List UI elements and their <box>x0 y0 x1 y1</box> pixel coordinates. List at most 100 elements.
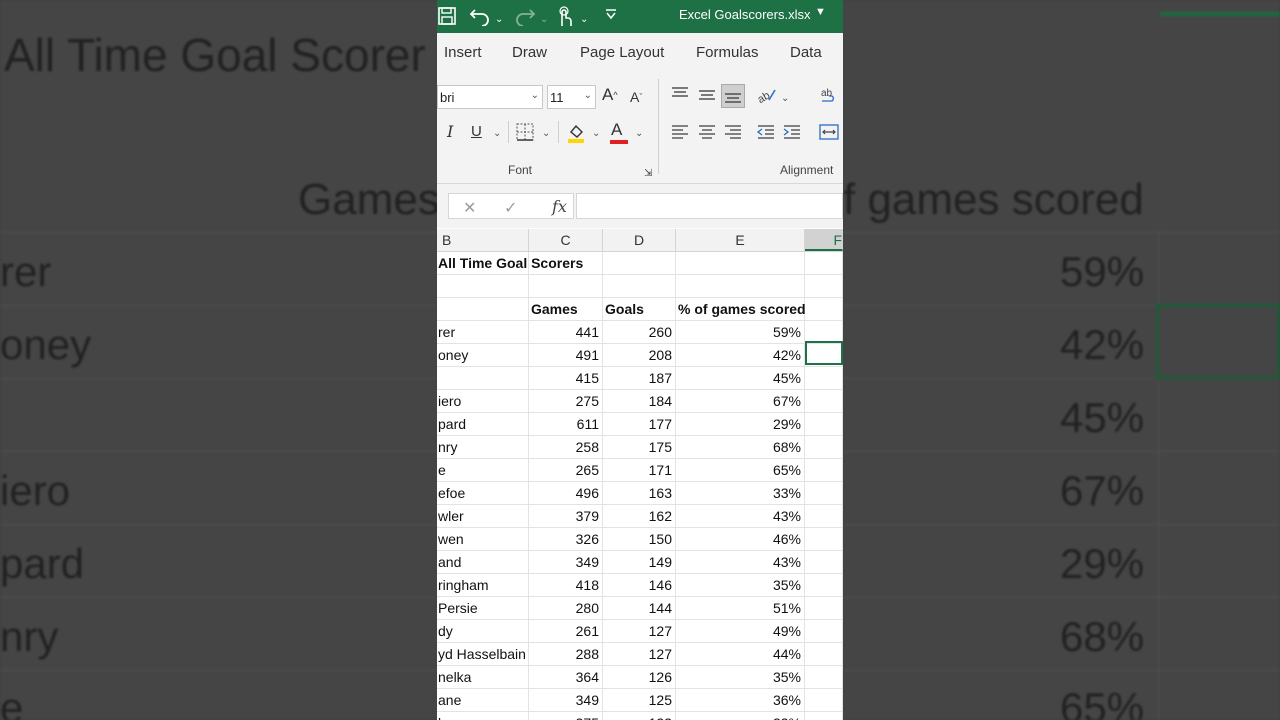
cancel-icon[interactable]: ✕ <box>463 198 476 218</box>
player-name-cell[interactable]: yd Hasselbain <box>437 643 529 665</box>
pct-cell[interactable]: 65% <box>676 459 805 481</box>
pct-cell[interactable]: 43% <box>676 505 805 527</box>
cell[interactable] <box>805 643 843 665</box>
active-cell-selection[interactable] <box>805 341 843 365</box>
formula-input[interactable] <box>576 193 843 219</box>
customize-icon[interactable] <box>605 7 617 27</box>
pct-cell[interactable]: 36% <box>676 689 805 711</box>
pct-cell[interactable]: 59% <box>676 321 805 343</box>
player-name-cell[interactable]: dy <box>437 620 529 642</box>
undo-icon[interactable] <box>469 6 491 31</box>
cell[interactable] <box>603 252 676 274</box>
games-cell[interactable]: 349 <box>529 551 603 573</box>
goals-cell[interactable]: 175 <box>603 436 676 458</box>
redo-dropdown-icon[interactable]: ⌄ <box>540 10 548 30</box>
align-middle-icon[interactable] <box>698 88 716 109</box>
cell[interactable] <box>603 275 676 297</box>
player-name-cell[interactable]: oney <box>437 344 529 366</box>
games-cell[interactable]: 364 <box>529 666 603 688</box>
cell[interactable] <box>805 712 843 720</box>
games-cell[interactable]: 349 <box>529 689 603 711</box>
header-goals[interactable]: Goals <box>603 298 676 320</box>
games-cell[interactable]: 261 <box>529 620 603 642</box>
grow-font-icon[interactable]: A^ <box>602 86 618 104</box>
goals-cell[interactable]: 177 <box>603 413 676 435</box>
file-name[interactable]: Excel Goalscorers.xlsx <box>679 7 810 22</box>
cell[interactable] <box>805 298 843 320</box>
undo-dropdown-icon[interactable]: ⌄ <box>495 10 503 30</box>
enter-icon[interactable]: ✓ <box>504 198 517 218</box>
increase-indent-icon[interactable] <box>783 125 801 144</box>
cell[interactable] <box>437 275 529 297</box>
header-games[interactable]: Games <box>529 298 603 320</box>
pct-cell[interactable]: 29% <box>676 413 805 435</box>
player-name-cell[interactable]: nelka <box>437 666 529 688</box>
games-cell[interactable]: 280 <box>529 597 603 619</box>
goals-cell[interactable]: 150 <box>603 528 676 550</box>
cell[interactable] <box>437 298 529 320</box>
cell[interactable] <box>805 390 843 412</box>
borders-icon[interactable] <box>516 123 534 146</box>
pct-cell[interactable]: 44% <box>676 643 805 665</box>
merge-center-icon[interactable] <box>819 123 839 146</box>
cell[interactable] <box>805 597 843 619</box>
column-header-d[interactable]: D <box>603 229 676 251</box>
pct-cell[interactable]: 35% <box>676 574 805 596</box>
pct-cell[interactable]: 45% <box>676 367 805 389</box>
cell[interactable] <box>805 436 843 458</box>
games-cell[interactable]: 496 <box>529 482 603 504</box>
cell[interactable] <box>805 551 843 573</box>
player-name-cell[interactable]: nry <box>437 436 529 458</box>
cell[interactable] <box>805 505 843 527</box>
underline-dropdown-icon[interactable]: ⌄ <box>493 125 501 143</box>
redo-icon[interactable] <box>514 6 536 31</box>
italic-button[interactable]: I <box>447 123 453 141</box>
cell[interactable] <box>529 275 603 297</box>
borders-dropdown-icon[interactable]: ⌄ <box>542 125 550 143</box>
insert-function-icon[interactable]: fx <box>552 197 567 216</box>
shrink-font-icon[interactable]: Aˇ <box>630 88 642 106</box>
orientation-dropdown-icon[interactable]: ⌄ <box>781 90 789 108</box>
align-top-icon[interactable] <box>671 86 689 107</box>
column-header-c[interactable]: C <box>529 229 603 251</box>
fill-color-dropdown-icon[interactable]: ⌄ <box>592 125 600 143</box>
goals-cell[interactable]: 144 <box>603 597 676 619</box>
cell[interactable] <box>805 689 843 711</box>
tab-insert[interactable]: Insert <box>444 44 482 61</box>
align-center-icon[interactable] <box>698 125 716 144</box>
games-cell[interactable]: 265 <box>529 459 603 481</box>
cell[interactable] <box>805 321 843 343</box>
goals-cell[interactable]: 184 <box>603 390 676 412</box>
font-name-box[interactable]: bri ⌄ <box>437 85 543 109</box>
goals-cell[interactable]: 149 <box>603 551 676 573</box>
cell[interactable] <box>805 620 843 642</box>
games-cell[interactable]: 288 <box>529 643 603 665</box>
games-cell[interactable]: 491 <box>529 344 603 366</box>
goals-cell[interactable]: 123 <box>603 712 676 720</box>
font-color-icon[interactable]: A <box>610 121 628 144</box>
pct-cell[interactable]: 33% <box>676 712 805 720</box>
column-header-f[interactable]: F <box>805 229 843 251</box>
goals-cell[interactable]: 162 <box>603 505 676 527</box>
save-icon[interactable] <box>437 6 457 31</box>
goals-cell[interactable]: 125 <box>603 689 676 711</box>
games-cell[interactable]: 441 <box>529 321 603 343</box>
games-cell[interactable]: 379 <box>529 505 603 527</box>
cell[interactable] <box>805 666 843 688</box>
font-dialog-launcher-icon[interactable]: ⇲ <box>644 165 652 183</box>
column-header-b[interactable]: B <box>437 229 529 251</box>
cell[interactable] <box>805 574 843 596</box>
player-name-cell[interactable]: efoe <box>437 482 529 504</box>
goals-cell[interactable]: 127 <box>603 620 676 642</box>
tab-formulas[interactable]: Formulas <box>696 44 759 61</box>
tab-draw[interactable]: Draw <box>512 44 547 61</box>
pct-cell[interactable]: 33% <box>676 482 805 504</box>
font-size-box[interactable]: 11 ⌄ <box>547 85 596 109</box>
games-cell[interactable]: 611 <box>529 413 603 435</box>
sheet-title[interactable]: All Time Goal Scorers <box>438 252 583 274</box>
games-cell[interactable]: 375 <box>529 712 603 720</box>
cell[interactable] <box>805 275 843 297</box>
games-cell[interactable]: 415 <box>529 367 603 389</box>
player-name-cell[interactable]: l <box>437 712 529 720</box>
align-left-icon[interactable] <box>671 125 689 144</box>
